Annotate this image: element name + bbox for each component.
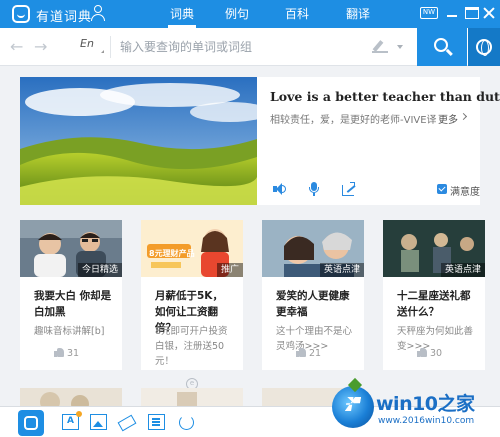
more-tools-icon[interactable] xyxy=(178,414,195,430)
card-image: 英语点津 xyxy=(262,220,364,277)
language-caret-icon xyxy=(101,50,104,53)
picture-translate-tool-icon[interactable] xyxy=(90,414,107,430)
like-count[interactable]: 30 xyxy=(417,348,442,360)
forward-arrow-icon[interactable]: → xyxy=(34,37,47,56)
document-translate-tool-icon[interactable] xyxy=(148,414,165,430)
globe-icon xyxy=(476,39,492,56)
dropdown-caret-icon[interactable] xyxy=(397,45,403,49)
like-count[interactable]: 21 xyxy=(296,348,321,360)
back-arrow-icon[interactable]: ← xyxy=(10,37,23,56)
close-icon[interactable] xyxy=(482,7,496,19)
satisfaction-label: 满意度 xyxy=(450,187,480,198)
article-card[interactable]: 英语点津 十二星座送礼都送什么？ 天秤座为何如此善变>>> 30 xyxy=(383,220,485,370)
user-icon[interactable] xyxy=(91,5,105,21)
card-description: 8元即可开户投资白银，注册送50元！ xyxy=(155,326,228,367)
speaker-icon[interactable] xyxy=(272,182,286,196)
watermark: win10之家 www.2016win10.com xyxy=(330,382,500,437)
thumbs-up-icon xyxy=(296,348,306,357)
landscape-image xyxy=(20,77,257,205)
maximize-icon[interactable] xyxy=(465,7,479,19)
satisfaction-checkbox[interactable] xyxy=(437,184,447,194)
card-tag: 今日精选 xyxy=(77,263,122,277)
daily-sentence-translation: 相较责任，爱，是更好的老师-VIVE译 xyxy=(270,115,437,126)
dictionary-tool-icon[interactable] xyxy=(18,410,44,436)
article-card[interactable]: 英语点津 爱笑的人更健康更幸福 这十个理由不是心灵鸡汤>>> 21 xyxy=(262,220,364,370)
handwriting-icon[interactable] xyxy=(372,39,388,53)
card-description: 趣味音标讲解[b] xyxy=(34,326,105,337)
card-title: 爱笑的人更健康更幸福 xyxy=(276,290,350,318)
article-card[interactable]: 今日精选 我要大白 你却是白加黑 趣味音标讲解[b] 31 xyxy=(20,220,122,370)
card-tag: 英语点津 xyxy=(440,263,485,277)
article-card[interactable]: 8元理财产品 推广 月薪低于5K，如何让工资翻倍？ 8元即可开户投资白银，注册送… xyxy=(141,220,243,370)
word-card-tool-icon[interactable]: A xyxy=(62,411,82,430)
microphone-icon[interactable] xyxy=(307,182,321,196)
card-tag: 英语点津 xyxy=(319,263,364,277)
tab-translate[interactable]: 翻译 xyxy=(338,0,378,28)
like-count[interactable]: 31 xyxy=(54,348,79,360)
share-icon[interactable] xyxy=(342,182,356,196)
divider xyxy=(110,36,111,58)
tab-encyclopedia[interactable]: 百科 xyxy=(277,0,317,28)
search-icon xyxy=(434,38,448,52)
article-card-next[interactable] xyxy=(20,388,122,406)
search-button[interactable] xyxy=(417,28,467,66)
card-image: 英语点津 xyxy=(383,220,485,277)
skin-icon[interactable]: NW xyxy=(420,7,438,19)
title-bar: 有道词典 词典 例句 百科 翻译 NW xyxy=(0,0,500,28)
like-count-value: 31 xyxy=(67,348,80,359)
card-title: 十二星座送礼都送什么？ xyxy=(397,290,471,318)
search-bar: ← → En xyxy=(0,28,500,66)
win10-logo-icon xyxy=(332,386,374,428)
language-selector[interactable]: En xyxy=(80,37,94,50)
like-count-value: 30 xyxy=(430,348,443,359)
card-image-text: 8元理财产品 xyxy=(149,249,195,258)
card-image: 8元理财产品 推广 xyxy=(141,220,243,277)
web-search-button[interactable] xyxy=(468,28,500,66)
minimize-icon[interactable] xyxy=(445,7,459,19)
daily-sentence-card: Love is a better teacher than duty. 相较责任… xyxy=(20,77,500,205)
tab-examples[interactable]: 例句 xyxy=(217,0,257,28)
watermark-title: win10之家 xyxy=(376,393,475,415)
thumbs-up-icon xyxy=(54,348,64,357)
more-link[interactable]: 更多 xyxy=(438,111,458,126)
watermark-url: www.2016win10.com xyxy=(378,416,475,426)
article-card-next[interactable] xyxy=(141,388,243,406)
tab-dictionary[interactable]: 词典 xyxy=(162,0,202,28)
more-arrow-icon xyxy=(459,112,468,121)
thumbs-up-icon xyxy=(417,348,427,357)
screen-capture-tool-icon[interactable] xyxy=(118,414,135,430)
card-image: 今日精选 xyxy=(20,220,122,277)
search-input[interactable] xyxy=(120,36,360,58)
like-count-value: 21 xyxy=(309,348,322,359)
daily-sentence: Love is a better teacher than duty. xyxy=(270,89,500,104)
youdao-logo-icon xyxy=(12,5,30,23)
card-tag: 推广 xyxy=(216,263,243,277)
app-title: 有道词典 xyxy=(36,10,93,25)
card-title: 我要大白 你却是白加黑 xyxy=(34,290,112,318)
